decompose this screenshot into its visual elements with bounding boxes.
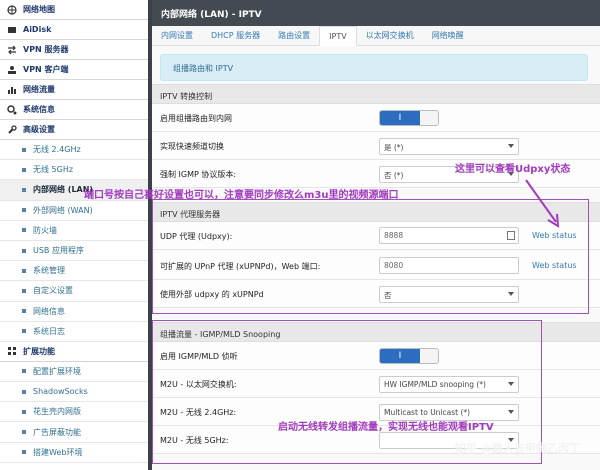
vpn-client-icon — [6, 64, 17, 75]
tab-wol[interactable]: 网络唤醒 — [423, 26, 473, 46]
sidebar-subitem-adblock[interactable]: 广告屏蔽功能 — [0, 422, 148, 443]
select-value: 否 (*) — [384, 171, 404, 180]
sidebar-item-label: AiDisk — [23, 25, 52, 34]
bullet-icon — [22, 309, 26, 314]
sidebar-subitem-label: 花生壳内网版 — [33, 407, 81, 417]
bullet-icon — [22, 409, 26, 414]
sidebar-item-label: 系统信息 — [23, 105, 55, 114]
info-box: 组播路由和 IPTV — [160, 54, 588, 81]
watermark: 知乎 @路人去甲剩乙丙丁 — [455, 442, 580, 455]
sidebar-subitem-label: 网络信息 — [33, 306, 65, 316]
section-header-iptv-control: IPTV 转换控制 — [152, 84, 600, 104]
tab-switch[interactable]: 以太网交换机 — [357, 26, 423, 46]
tab-iptv[interactable]: IPTV — [319, 26, 357, 46]
select-value: 是 (*) — [384, 143, 404, 152]
sidebar-subitem-usb[interactable]: USB 应用程序 — [0, 241, 148, 262]
sidebar-item-traffic[interactable]: 网络流量 — [0, 80, 148, 100]
sidebar-item-label: 网络流量 — [23, 85, 55, 94]
tab-lan-settings[interactable]: 内网设置 — [152, 26, 202, 46]
sidebar-item-extensions[interactable]: 扩展功能 — [0, 342, 148, 362]
bullet-icon — [22, 369, 26, 374]
sidebar-subitem-system-admin[interactable]: 系统管理 — [0, 261, 148, 282]
bullet-icon — [22, 187, 26, 192]
tab-dhcp[interactable]: DHCP 服务器 — [202, 26, 269, 46]
sidebar: 网络地图 AiDisk VPN 服务器 VPN 客户端 网络流量 系统信息 高级… — [0, 0, 148, 470]
row-fast-switch: 实现快速频道切换 是 (*) — [152, 132, 600, 160]
bullet-icon — [22, 147, 26, 152]
tab-bar: 内网设置 DHCP 服务器 路由设置 IPTV 以太网交换机 网络唤醒 — [152, 26, 600, 46]
bullet-icon — [22, 228, 26, 233]
sidebar-subitem-wifi-5[interactable]: 无线 5GHz — [0, 160, 148, 181]
bullet-icon — [22, 248, 26, 253]
sidebar-subitem-label: 搭建Web环境 — [33, 447, 83, 457]
sidebar-subitem-oray[interactable]: 花生壳内网版 — [0, 402, 148, 423]
row-label: 启用组播路由到内网 — [160, 114, 232, 123]
sidebar-item-network-map[interactable]: 网络地图 — [0, 0, 148, 20]
sidebar-subitem-ext-env[interactable]: 配置扩展环境 — [0, 362, 148, 383]
sidebar-subitem-net-info[interactable]: 网络信息 — [0, 302, 148, 322]
annotation-arrow-icon — [525, 179, 560, 228]
sidebar-subitem-label: 无线 5GHz — [33, 165, 74, 175]
annotation-port-note: 端口号按自己喜好设置也可以，注意要同步修改么m3u里的视频源端口 — [84, 190, 399, 201]
sidebar-item-vpn-client[interactable]: VPN 客户端 — [0, 60, 148, 80]
grid-icon — [6, 346, 17, 357]
sidebar-subitem-label: 自定义设置 — [33, 286, 73, 296]
chevron-down-icon — [508, 144, 514, 148]
wrench-icon — [6, 124, 17, 135]
sidebar-subitem-syslog[interactable]: 系统日志 — [0, 322, 148, 342]
sidebar-subitem-wifi-24[interactable]: 无线 2.4GHz — [0, 140, 148, 161]
sidebar-item-system-info[interactable]: 系统信息 — [0, 100, 148, 120]
enable-multicast-toggle[interactable]: I — [379, 110, 439, 126]
sidebar-subitem-label: 外部网络 (WAN) — [33, 205, 93, 215]
fast-switch-select[interactable]: 是 (*) — [379, 138, 519, 155]
gears-icon — [6, 104, 17, 115]
bullet-icon — [22, 430, 26, 435]
sidebar-subitem-web-env[interactable]: 搭建Web环境 — [0, 443, 148, 463]
sidebar-subitem-label: 广告屏蔽功能 — [33, 427, 81, 437]
sidebar-subitem-label: 系统管理 — [33, 266, 65, 276]
bullet-icon — [22, 389, 26, 394]
sidebar-subitem-label: USB 应用程序 — [33, 246, 84, 256]
row-label: 实现快速频道切换 — [160, 142, 224, 151]
chart-icon — [6, 84, 17, 95]
globe-icon — [6, 4, 17, 15]
tab-routing[interactable]: 路由设置 — [269, 26, 319, 46]
sidebar-item-label: 网络地图 — [23, 5, 55, 14]
sidebar-subitem-firewall[interactable]: 防火墙 — [0, 221, 148, 241]
sidebar-item-advanced[interactable]: 高级设置 — [0, 120, 148, 140]
sidebar-item-vpn-server[interactable]: VPN 服务器 — [0, 40, 148, 60]
bullet-icon — [22, 268, 26, 273]
row-enable-multicast: 启用组播路由到内网 I — [152, 104, 600, 132]
bullet-icon — [22, 329, 26, 334]
sidebar-item-aidisk[interactable]: AiDisk — [0, 20, 148, 40]
disk-icon — [6, 24, 17, 35]
sidebar-subitem-shadowsocks[interactable]: ShadowSocks — [0, 382, 148, 403]
swap-icon — [6, 44, 17, 55]
page-title: 内部网络 (LAN) - IPTV — [152, 0, 600, 26]
sidebar-subitem-label: 配置扩展环境 — [33, 366, 81, 376]
sidebar-subitem-label: 防火墙 — [33, 225, 57, 235]
bullet-icon — [22, 288, 26, 293]
sidebar-subitem-custom[interactable]: 自定义设置 — [0, 281, 148, 302]
sidebar-subitem-wan[interactable]: 外部网络 (WAN) — [0, 201, 148, 221]
row-label: 强制 IGMP 协议版本: — [160, 170, 237, 179]
annotation-wifi-note: 启动无线转发组播流量，实现无线也能观看IPTV — [278, 422, 494, 433]
sidebar-item-label: VPN 服务器 — [23, 45, 69, 54]
sidebar-item-label: 高级设置 — [23, 125, 55, 134]
sidebar-subitem-label: 无线 2.4GHz — [33, 145, 81, 155]
bullet-icon — [22, 167, 26, 172]
bullet-icon — [22, 208, 26, 213]
bullet-icon — [22, 450, 26, 455]
annotation-udpxy-status: 这里可以查看Udpxy状态 — [455, 164, 571, 175]
sidebar-item-label: 扩展功能 — [23, 346, 55, 356]
toggle-on-indicator: I — [380, 111, 420, 125]
sidebar-item-label: VPN 客户端 — [23, 65, 69, 74]
sidebar-subitem-label: 系统日志 — [33, 326, 65, 336]
sidebar-subitem-label: ShadowSocks — [33, 387, 88, 397]
